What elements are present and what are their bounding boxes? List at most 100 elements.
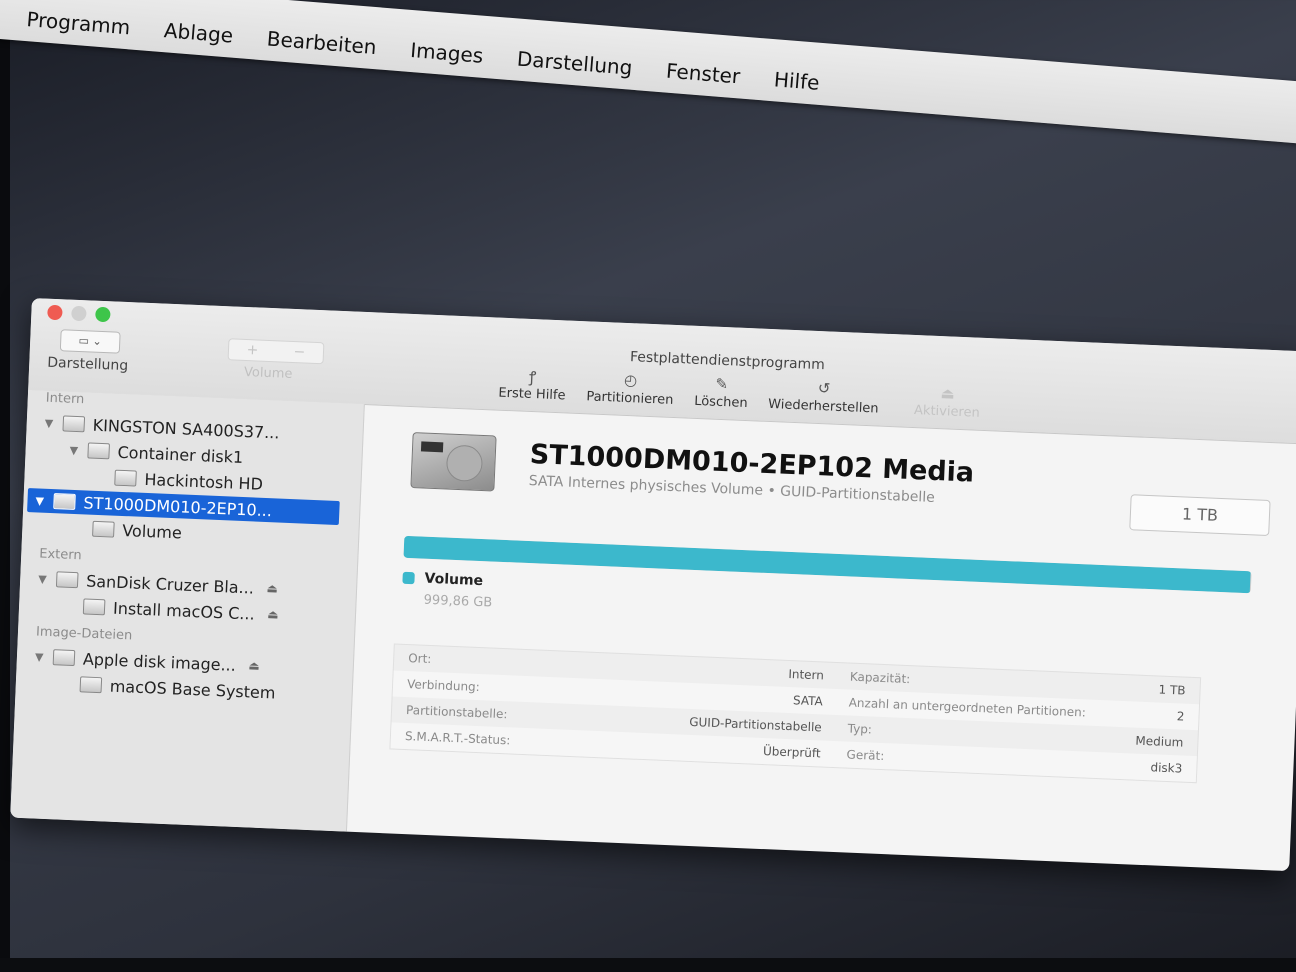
info-value: 2	[1176, 709, 1185, 724]
volume-icon	[92, 520, 115, 538]
sidebar-item-label: KINGSTON SA400S37...	[92, 415, 280, 442]
info-label: Kapazität:	[849, 669, 911, 687]
menu-bearbeiten[interactable]: Bearbeiten	[265, 26, 377, 69]
activate-icon: ⏏	[940, 384, 956, 403]
partition-size: 999,86 GB	[423, 592, 493, 611]
erase-button[interactable]: ✎ Löschen	[694, 374, 749, 411]
first-aid-button[interactable]: ꝭ Erste Hilfe	[498, 366, 567, 404]
add-volume-button[interactable]: +	[246, 342, 258, 358]
menu-darstellung[interactable]: Darstellung	[515, 47, 633, 90]
info-value: disk3	[1150, 760, 1183, 776]
sidebar-item-apple-disk-image[interactable]: ▼ Apple disk image... ⏏	[34, 644, 260, 676]
sidebar-item-install-macos[interactable]: Install macOS C... ⏏	[82, 594, 279, 625]
erase-icon: ✎	[715, 374, 729, 394]
info-label: Typ:	[847, 721, 873, 737]
activate-button[interactable]: ⏏ Aktivieren	[914, 383, 981, 421]
partition-color-swatch	[402, 571, 415, 585]
menu-hilfe[interactable]: Hilfe	[772, 67, 820, 105]
volume-icon	[114, 469, 137, 487]
section-intern: Intern	[45, 390, 85, 408]
info-value: 1 TB	[1158, 682, 1186, 698]
sidebar-item-label: SanDisk Cruzer Bla...	[85, 571, 255, 598]
volume-icon	[82, 598, 106, 616]
eject-icon[interactable]: ⏏	[267, 607, 279, 621]
menu-bar: Programm Ablage Bearbeiten Images Darste…	[0, 0, 1296, 146]
sidebar-item-sandisk[interactable]: ▼ SanDisk Cruzer Bla... ⏏	[38, 567, 278, 600]
external-disk-icon	[55, 571, 79, 589]
monitor-bezel-bottom	[0, 958, 1296, 972]
menu-programm[interactable]: Programm	[25, 7, 131, 49]
volume-buttons: + −	[227, 338, 325, 365]
menu-images[interactable]: Images	[409, 38, 484, 78]
sidebar-item-label: macOS Base System	[109, 676, 276, 703]
eject-icon[interactable]: ⏏	[266, 581, 278, 595]
sidebar-item-label: Hackintosh HD	[144, 469, 264, 494]
sidebar-item-st1000dm010[interactable]: ▼ ST1000DM010-2EP10...	[27, 488, 340, 526]
sidebar-item-macos-base-system[interactable]: macOS Base System	[79, 672, 276, 704]
minimize-button[interactable]	[71, 305, 87, 322]
monitor-bezel	[0, 0, 10, 972]
disk-info-table: Ort: Intern Kapazität: 1 TB Verbindung: …	[389, 643, 1202, 784]
info-label: Anzahl an untergeordneten Partitionen:	[848, 695, 1087, 720]
info-label: Verbindung:	[406, 677, 481, 695]
partition-usage-fill	[403, 535, 1251, 594]
section-image-files: Image-Dateien	[35, 624, 133, 644]
disclosure-triangle-icon[interactable]: ▼	[45, 416, 64, 430]
disclosure-triangle-icon[interactable]: ▼	[69, 443, 88, 457]
stethoscope-icon: ꝭ	[528, 367, 537, 387]
disclosure-triangle-icon[interactable]: ▼	[35, 650, 54, 664]
sidebar-toggle-icon: ▭ ⌄	[78, 333, 103, 348]
info-label: Ort:	[407, 651, 432, 667]
internal-disk-icon	[62, 415, 86, 433]
sidebar-item-container-disk1[interactable]: ▼ Container disk1	[69, 438, 244, 469]
erase-label: Löschen	[693, 393, 748, 412]
view-label: Darstellung	[46, 354, 129, 375]
remove-volume-button[interactable]: −	[293, 344, 305, 360]
close-button[interactable]	[47, 304, 63, 321]
volume-label: Volume	[243, 364, 293, 382]
eject-icon[interactable]: ⏏	[248, 658, 260, 672]
partition-label: Partitionieren	[586, 389, 674, 408]
sidebar-item-label: ST1000DM010-2EP10...	[83, 492, 273, 520]
sidebar-item-label: Volume	[121, 520, 183, 542]
sidebar-item-hackintosh-hd[interactable]: Hackintosh HD	[114, 466, 263, 496]
drive-platter	[445, 444, 484, 482]
info-value: GUID-Partitionstabelle	[688, 714, 823, 735]
activate-label: Aktivieren	[913, 403, 981, 421]
container-icon	[87, 442, 110, 460]
zoom-button[interactable]	[95, 306, 111, 323]
disclosure-triangle-icon[interactable]: ▼	[38, 572, 57, 586]
drive-label-sticker	[420, 441, 444, 453]
sidebar-item-label: Container disk1	[117, 442, 244, 467]
partition-usage-bar	[403, 535, 1252, 594]
info-value: Medium	[1135, 733, 1184, 750]
restore-button[interactable]: ↺ Wiederherstellen	[768, 377, 880, 417]
info-value: Intern	[788, 667, 825, 683]
volume-icon	[79, 676, 103, 694]
partition-name: Volume	[424, 570, 484, 590]
partition-legend: Volume	[402, 570, 483, 589]
info-value: SATA	[792, 693, 824, 709]
first-aid-label: Erste Hilfe	[498, 385, 566, 404]
hard-drive-icon	[410, 432, 497, 492]
sidebar-item-label: Install macOS C...	[112, 598, 256, 624]
internal-disk-icon	[53, 493, 76, 510]
disk-utility-window: ▭ ⌄ Darstellung + − Volume Festplattendi…	[10, 298, 1296, 872]
disk-image-icon	[52, 649, 76, 667]
info-value: Überprüft	[762, 744, 821, 761]
info-label: Gerät:	[846, 747, 885, 764]
sidebar: Intern ▼ KINGSTON SA400S37... ▼ Containe…	[10, 389, 365, 832]
restore-label: Wiederherstellen	[767, 396, 879, 417]
menu-ablage[interactable]: Ablage	[162, 18, 234, 57]
info-label: Partitionstabelle:	[405, 703, 508, 722]
disclosure-triangle-icon[interactable]: ▼	[35, 494, 54, 508]
info-label: S.M.A.R.T.-Status:	[404, 729, 511, 748]
section-extern: Extern	[38, 546, 82, 564]
sidebar-view-button[interactable]: ▭ ⌄	[59, 329, 121, 354]
partition-button[interactable]: ◴ Partitionieren	[586, 369, 674, 408]
sidebar-item-volume[interactable]: Volume	[92, 517, 182, 545]
window-title: Festplattendienstprogramm	[629, 349, 826, 374]
size-badge: 1 TB	[1129, 494, 1271, 537]
sidebar-item-label: Apple disk image...	[82, 648, 237, 675]
menu-fenster[interactable]: Fenster	[664, 59, 741, 99]
